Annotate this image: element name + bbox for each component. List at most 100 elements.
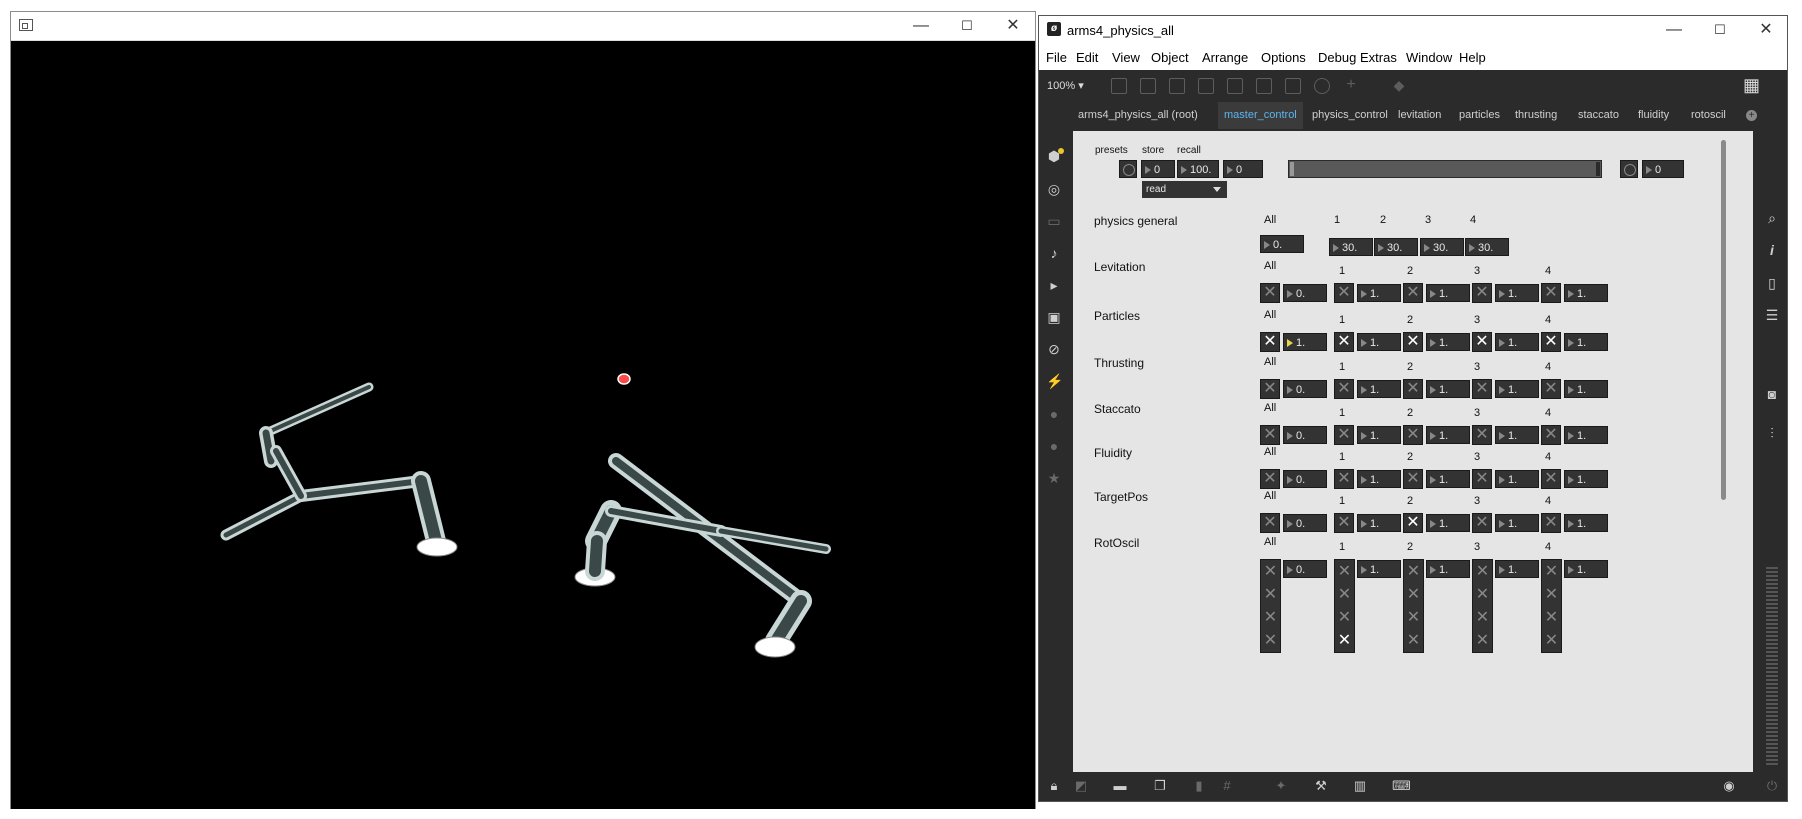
rotoscil-3-toggle-column[interactable]: ✕ ✕ ✕ ✕ — [1472, 559, 1493, 653]
particles-4-number[interactable]: 1. — [1564, 333, 1608, 351]
menu-debug[interactable]: Debug — [1318, 50, 1356, 65]
sequencer-icon[interactable]: ▸ — [1046, 277, 1062, 293]
output-number[interactable]: 0 — [1642, 160, 1684, 178]
tab-particles[interactable]: particles — [1453, 102, 1506, 129]
toggle-x-icon[interactable]: ✕ — [1404, 606, 1423, 629]
particles-3-number[interactable]: 1. — [1495, 333, 1539, 351]
recall-number[interactable]: 100. — [1177, 160, 1219, 178]
fluidity-4-toggle[interactable]: ✕ — [1541, 469, 1561, 489]
targetpos-3-number[interactable]: 1. — [1495, 514, 1539, 532]
fluidity-4-number[interactable]: 1. — [1564, 470, 1608, 488]
targetpos-2-number[interactable]: 1. — [1426, 514, 1470, 532]
levitation-2-number[interactable]: 1. — [1426, 284, 1470, 302]
fluidity-all-number[interactable]: 0. — [1283, 470, 1327, 488]
menu-extras[interactable]: Extras — [1360, 50, 1397, 65]
particles-2-toggle[interactable]: ✕ — [1403, 332, 1423, 352]
thrusting-3-number[interactable]: 1. — [1495, 380, 1539, 398]
toggle-x-icon[interactable]: ✕ — [1473, 583, 1492, 606]
presets-button[interactable] — [1119, 160, 1137, 178]
paint-bucket-icon[interactable]: ◆ — [1391, 78, 1407, 94]
particles-4-toggle[interactable]: ✕ — [1541, 332, 1561, 352]
targetpos-1-toggle[interactable]: ✕ — [1334, 513, 1354, 533]
toggle-x-icon[interactable]: ✕ — [1473, 629, 1492, 652]
rotoscil-1-toggle-column[interactable]: ✕ ✕ ✕ ✕ — [1334, 559, 1355, 653]
paperclip-icon[interactable]: ⊘ — [1046, 341, 1062, 357]
menu-options[interactable]: Options — [1261, 50, 1306, 65]
particles-3-toggle[interactable]: ✕ — [1472, 332, 1492, 352]
rotoscil-all-toggle-column[interactable]: ✕ ✕ ✕ ✕ — [1260, 559, 1281, 653]
search-icon[interactable]: ⌕ — [1764, 210, 1780, 226]
maximize-button[interactable]: ☐ — [944, 12, 990, 41]
toggle-x-icon[interactable]: ✕ — [1404, 629, 1423, 652]
targetpos-all-number[interactable]: 0. — [1283, 514, 1327, 532]
mixer-icon[interactable]: ⫶ — [1764, 425, 1780, 441]
staccato-2-number[interactable]: 1. — [1426, 426, 1470, 444]
menu-object[interactable]: Object — [1151, 50, 1189, 65]
maximize-button[interactable]: ☐ — [1697, 16, 1743, 45]
patch-canvas[interactable]: presets store recall 0 100. 0 0 read phy… — [1073, 131, 1753, 774]
toggle-x-icon[interactable]: ✕ — [1335, 629, 1354, 652]
levitation-all-toggle[interactable]: ✕ — [1260, 283, 1280, 303]
patch-cord-icon[interactable]: ✦ — [1273, 778, 1289, 794]
levitation-4-toggle[interactable]: ✕ — [1541, 283, 1561, 303]
list-icon[interactable]: ☰ — [1764, 307, 1780, 323]
grid-view-icon[interactable]: ▦ — [1743, 76, 1760, 94]
rotoscil-4-number[interactable]: 1. — [1564, 560, 1608, 578]
presentation-mode-icon[interactable]: ◩ — [1073, 778, 1089, 794]
read-write-menu[interactable]: read — [1142, 181, 1227, 198]
physics-general-1-number[interactable]: 30. — [1329, 238, 1373, 256]
rotoscil-1-number[interactable]: 1. — [1357, 560, 1401, 578]
power-icon[interactable]: ⏻ — [1764, 778, 1780, 794]
rotoscil-all-number[interactable]: 0. — [1283, 560, 1327, 578]
fluidity-3-toggle[interactable]: ✕ — [1472, 469, 1492, 489]
toggle-x-icon[interactable]: ✕ — [1542, 560, 1561, 583]
button-object-icon[interactable] — [1227, 78, 1243, 94]
particles-2-number[interactable]: 1. — [1426, 333, 1470, 351]
rotoscil-2-number[interactable]: 1. — [1426, 560, 1470, 578]
rotoscil-3-number[interactable]: 1. — [1495, 560, 1539, 578]
zoom-dropdown[interactable]: 100% ▾ — [1047, 79, 1084, 92]
audio-play-icon[interactable]: ◉ — [1721, 778, 1737, 794]
vertical-scrollbar[interactable] — [1719, 132, 1728, 774]
rotoscil-4-toggle-column[interactable]: ✕ ✕ ✕ ✕ — [1541, 559, 1562, 653]
camera-icon[interactable]: ◙ — [1764, 386, 1780, 402]
targetpos-3-toggle[interactable]: ✕ — [1472, 513, 1492, 533]
new-object-icon[interactable] — [1111, 78, 1127, 94]
render-window-titlebar[interactable]: — ☐ ✕ — [11, 12, 1035, 41]
staccato-1-toggle[interactable]: ✕ — [1334, 425, 1354, 445]
fluidity-1-toggle[interactable]: ✕ — [1334, 469, 1354, 489]
levitation-all-number[interactable]: 0. — [1283, 284, 1327, 302]
menu-edit[interactable]: Edit — [1076, 50, 1098, 65]
fluidity-2-toggle[interactable]: ✕ — [1403, 469, 1423, 489]
add-tab-icon[interactable]: + — [1746, 110, 1757, 121]
rotoscil-2-toggle-column[interactable]: ✕ ✕ ✕ ✕ — [1403, 559, 1424, 653]
toggle-x-icon[interactable]: ✕ — [1335, 560, 1354, 583]
info-icon[interactable]: i — [1764, 242, 1780, 258]
new-view-icon[interactable]: ❐ — [1152, 778, 1168, 794]
patcher-titlebar[interactable]: ø arms4_physics_all — ☐ ✕ — [1039, 16, 1787, 45]
dial-object-icon[interactable] — [1314, 78, 1330, 94]
fluidity-2-number[interactable]: 1. — [1426, 470, 1470, 488]
fluidity-3-number[interactable]: 1. — [1495, 470, 1539, 488]
new-message-icon[interactable] — [1140, 78, 1156, 94]
close-button[interactable]: ✕ — [990, 12, 1036, 41]
targetpos-4-toggle[interactable]: ✕ — [1541, 513, 1561, 533]
minimize-button[interactable]: — — [898, 12, 944, 41]
toggle-x-icon[interactable]: ✕ — [1261, 629, 1280, 652]
minimize-button[interactable]: — — [1651, 16, 1697, 45]
target-icon[interactable]: ◎ — [1046, 181, 1062, 197]
levitation-1-number[interactable]: 1. — [1357, 284, 1401, 302]
toggle-x-icon[interactable]: ✕ — [1335, 583, 1354, 606]
physics-general-3-number[interactable]: 30. — [1420, 238, 1464, 256]
levitation-4-number[interactable]: 1. — [1564, 284, 1608, 302]
keyboard-icon[interactable]: ⌨ — [1392, 778, 1411, 794]
targetpos-2-toggle[interactable]: ✕ — [1403, 513, 1423, 533]
toggle-x-icon[interactable]: ✕ — [1542, 583, 1561, 606]
tab-master-control[interactable]: master_control — [1218, 102, 1303, 129]
tab-staccato[interactable]: staccato — [1572, 102, 1625, 129]
toggle-x-icon[interactable]: ✕ — [1335, 606, 1354, 629]
thrusting-3-toggle[interactable]: ✕ — [1472, 379, 1492, 399]
beap-icon[interactable]: ● — [1046, 438, 1062, 454]
staccato-3-number[interactable]: 1. — [1495, 426, 1539, 444]
toggle-x-icon[interactable]: ✕ — [1404, 560, 1423, 583]
